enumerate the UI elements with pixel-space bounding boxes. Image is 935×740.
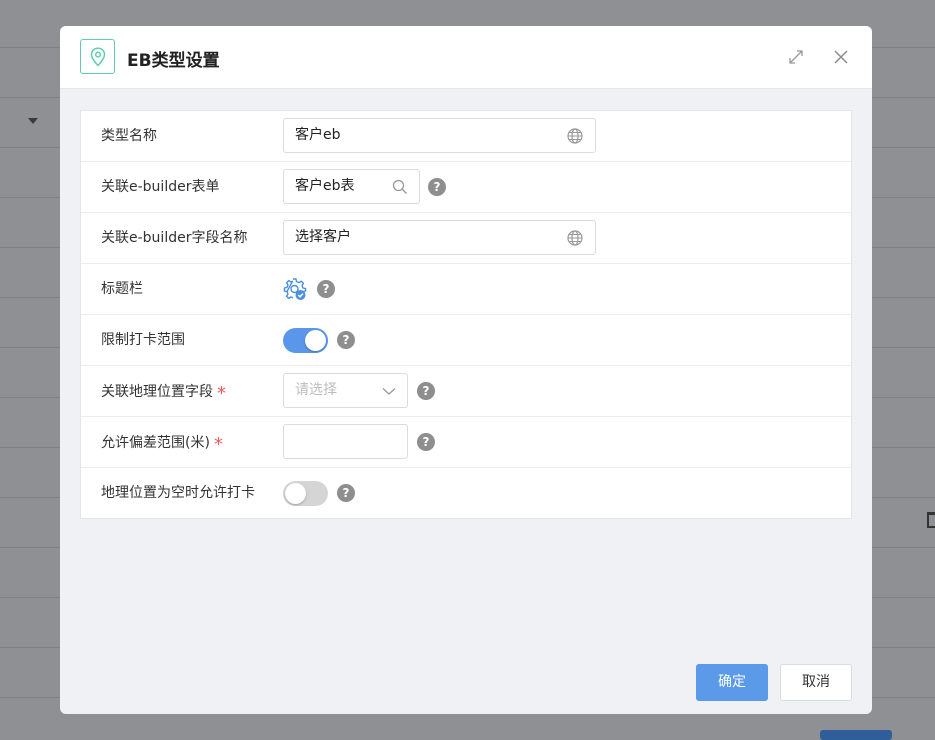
eb-form-label: 关联e-builder表单 <box>101 179 220 195</box>
type-name-input[interactable]: 客户eb <box>283 118 596 153</box>
help-icon[interactable]: ? <box>417 433 435 451</box>
limit-range-label: 限制打卡范围 <box>101 332 185 348</box>
geo-field-label-text: 关联地理位置字段 <box>101 384 213 400</box>
form-row-limit-range: 限制打卡范围 ? <box>81 315 851 366</box>
help-icon[interactable]: ? <box>417 382 435 400</box>
caret-down-icon <box>28 118 38 124</box>
type-name-label: 类型名称 <box>101 128 157 144</box>
help-icon[interactable]: ? <box>428 178 446 196</box>
dialog-title: EB类型设置 <box>127 51 220 71</box>
form-row-eb-field-name: 关联e-builder字段名称 选择客户 <box>81 213 851 264</box>
eb-type-settings-dialog: EB类型设置 类型名称 客户eb 关联e-builder表单 客户eb表 ? 关… <box>60 26 872 714</box>
cancel-button[interactable]: 取消 <box>780 664 852 701</box>
eb-field-name-label: 关联e-builder字段名称 <box>101 230 248 246</box>
required-asterisk: * <box>213 434 223 455</box>
trash-icon <box>927 512 935 528</box>
deviation-label: 允许偏差范围(米) * <box>101 417 223 467</box>
help-icon[interactable]: ? <box>337 331 355 349</box>
limit-range-toggle[interactable] <box>283 328 328 353</box>
eb-field-name-input[interactable]: 选择客户 <box>283 220 596 255</box>
allow-empty-geo-toggle[interactable] <box>283 481 328 506</box>
confirm-button[interactable]: 确定 <box>696 664 768 701</box>
help-icon[interactable]: ? <box>337 484 355 502</box>
form-row-geo-field: 关联地理位置字段 * 请选择 ? <box>81 366 851 417</box>
gear-check-icon[interactable] <box>283 277 307 301</box>
bg-button <box>820 730 892 740</box>
close-icon[interactable] <box>832 48 850 66</box>
toggle-knob <box>285 483 306 504</box>
geo-field-label: 关联地理位置字段 * <box>101 366 226 416</box>
allow-empty-geo-label: 地理位置为空时允许打卡 <box>101 485 255 501</box>
location-pin-icon <box>80 39 115 74</box>
eb-form-select[interactable]: 客户eb表 <box>283 169 420 204</box>
title-bar-label: 标题栏 <box>101 281 143 297</box>
type-name-value: 客户eb <box>295 127 341 143</box>
form-row-eb-form: 关联e-builder表单 客户eb表 ? <box>81 162 851 213</box>
form-row-allow-empty-geo: 地理位置为空时允许打卡 ? <box>81 468 851 519</box>
form-row-deviation: 允许偏差范围(米) * ? <box>81 417 851 468</box>
search-icon[interactable] <box>391 178 409 196</box>
dialog-header: EB类型设置 <box>60 26 872 89</box>
settings-form: 类型名称 客户eb 关联e-builder表单 客户eb表 ? 关联e-buil… <box>80 110 852 519</box>
toggle-knob <box>305 330 326 351</box>
geo-field-placeholder: 请选择 <box>295 382 337 398</box>
deviation-label-text: 允许偏差范围(米) <box>101 435 210 451</box>
eb-form-value: 客户eb表 <box>295 178 355 194</box>
deviation-input[interactable] <box>283 424 408 459</box>
form-row-type-name: 类型名称 客户eb <box>81 111 851 162</box>
form-row-title-bar: 标题栏 ? <box>81 264 851 315</box>
expand-icon[interactable] <box>787 48 805 66</box>
geo-field-select[interactable]: 请选择 <box>283 373 408 408</box>
eb-field-name-value: 选择客户 <box>295 229 351 245</box>
required-asterisk: * <box>217 383 226 404</box>
globe-icon[interactable] <box>566 229 584 247</box>
help-icon[interactable]: ? <box>317 280 335 298</box>
globe-icon[interactable] <box>566 127 584 145</box>
chevron-down-icon <box>380 382 398 400</box>
